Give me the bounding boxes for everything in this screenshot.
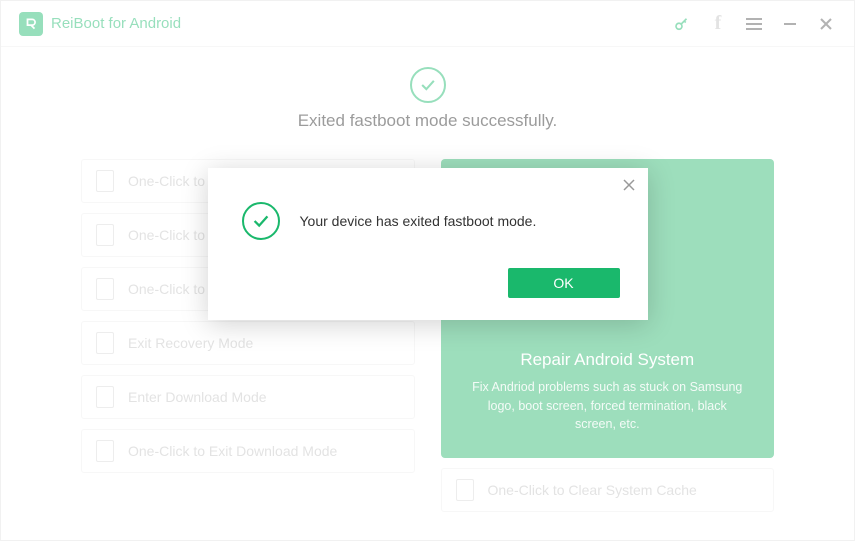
dialog-close-button[interactable] xyxy=(622,178,636,197)
modal-overlay: Your device has exited fastboot mode. OK xyxy=(0,0,855,541)
dialog-message: Your device has exited fastboot mode. xyxy=(300,213,537,229)
dialog-body: Your device has exited fastboot mode. xyxy=(236,202,620,240)
check-icon xyxy=(242,202,280,240)
ok-button[interactable]: OK xyxy=(508,268,620,298)
success-dialog: Your device has exited fastboot mode. OK xyxy=(208,168,648,320)
dialog-actions: OK xyxy=(236,268,620,298)
